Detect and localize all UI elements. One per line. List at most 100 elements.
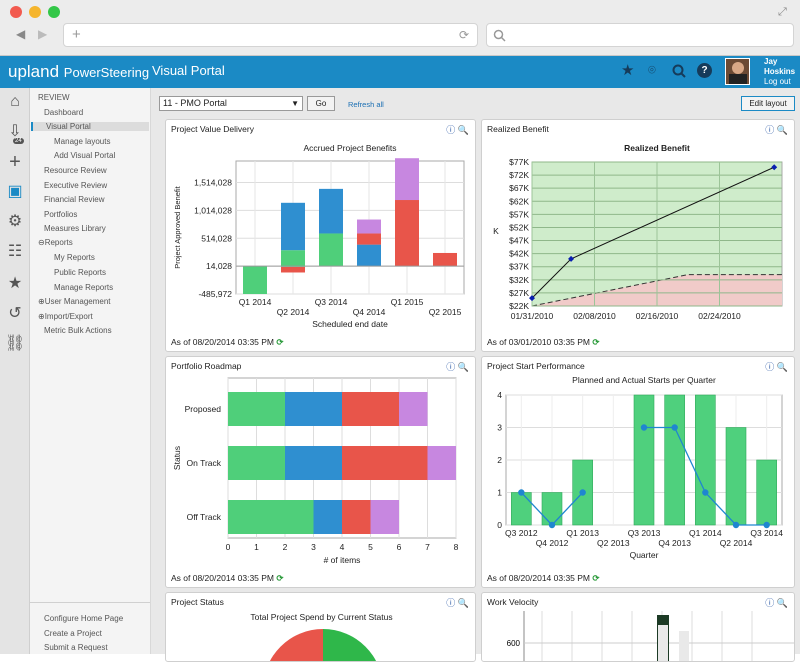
sidebar-item[interactable]: Measures Library	[44, 224, 106, 233]
x-tick-label: 02/16/2010	[636, 311, 679, 321]
sidebar-item[interactable]: ⊕Import/Export	[38, 312, 93, 321]
x-tick-label: Q3 2014	[315, 297, 348, 307]
info-icon[interactable]: ⓘ	[446, 362, 455, 372]
zoom-icon[interactable]: 🔍	[777, 125, 788, 135]
sidebar-item[interactable]: ⊕User Management	[38, 297, 111, 306]
y-axis-label: K	[493, 226, 499, 236]
chart-accrued-project-benefits: Accrued Project Benefits 1,514,028 1,014,0…	[173, 143, 465, 329]
fullscreen-icon[interactable]: ⤢	[778, 6, 787, 19]
y-tick-label: $37K	[509, 262, 529, 272]
panel-title: Project Start Performance	[487, 361, 585, 371]
planned-point	[579, 489, 586, 496]
sidebar-item-label: Resource Review	[44, 166, 107, 175]
info-icon[interactable]: ⓘ	[765, 125, 774, 135]
y-tick-label: $72K	[509, 170, 529, 180]
refresh-icon[interactable]: ⟳	[276, 573, 283, 583]
reload-icon[interactable]: ⟳	[459, 28, 469, 42]
sidebar-link-submit-request[interactable]: Submit a Request	[44, 643, 108, 652]
x-tick-label: 6	[397, 542, 402, 552]
refresh-icon[interactable]: ⟳	[276, 337, 283, 347]
location-pin-icon[interactable]: ⌾	[648, 62, 656, 78]
refresh-icon[interactable]: ⟳	[592, 337, 599, 347]
help-icon[interactable]: ?	[697, 63, 712, 78]
bar-segment	[342, 500, 371, 534]
panel-actions: ⓘ 🔍	[446, 123, 469, 136]
portal-main: 11 - PMO Portal ▼ Go Refresh all Edit la…	[151, 88, 800, 662]
sidebar-link-configure-home[interactable]: Configure Home Page	[44, 614, 123, 623]
sidebar-item-label: Portfolios	[44, 210, 78, 219]
sidebar-item-label: Metric Bulk Actions	[44, 326, 112, 335]
expand-icon[interactable]: ⊕	[38, 312, 45, 321]
close-window-button[interactable]	[10, 6, 22, 18]
sidebar-item[interactable]: Public Reports	[54, 268, 106, 277]
inbox-count-badge: 24	[13, 138, 24, 144]
user-name[interactable]: Jay Hoskins	[764, 57, 795, 77]
bar-segment	[228, 446, 285, 480]
y-tick-label: 2	[497, 455, 502, 465]
sidebar-item[interactable]: Manage layouts	[54, 137, 110, 146]
info-icon[interactable]: ⓘ	[765, 362, 774, 372]
x-tick-label: 8	[454, 542, 459, 552]
expand-icon[interactable]: ⊕	[38, 297, 45, 306]
y-tick-label: $42K	[509, 249, 529, 259]
sidebar-item[interactable]: ⊖Reports	[38, 238, 73, 247]
go-button[interactable]: Go	[307, 96, 335, 111]
x-tick-label: Q1 2015	[391, 297, 424, 307]
x-tick-label: Q1 2013	[566, 528, 599, 538]
gear-icon[interactable]: ⚙	[5, 212, 25, 232]
avatar[interactable]	[725, 58, 750, 85]
history-icon[interactable]: ↺	[5, 304, 25, 324]
sidebar-item[interactable]: Financial Review	[44, 195, 104, 204]
planned-point	[548, 521, 556, 529]
hierarchy-icon[interactable]: ☷	[5, 242, 25, 262]
refresh-all-link[interactable]: Refresh all	[348, 100, 384, 109]
x-tick-label: 4	[340, 542, 345, 552]
y-tick-label: $67K	[509, 183, 529, 193]
sidebar-item[interactable]: Portfolios	[44, 210, 77, 219]
info-icon[interactable]: ⓘ	[446, 125, 455, 135]
add-icon[interactable]: +	[5, 152, 25, 172]
new-tab-icon[interactable]: +	[72, 26, 81, 43]
sidebar-item[interactable]: Manage Reports	[54, 283, 113, 292]
sidebar-item[interactable]: Add Visual Portal	[54, 151, 115, 160]
maximize-window-button[interactable]	[48, 6, 60, 18]
star-icon[interactable]: ★	[5, 274, 25, 294]
sidebar-item[interactable]: Dashboard	[44, 108, 83, 117]
sidebar-item-label: Public Reports	[54, 268, 107, 277]
sidebar-link-create-project[interactable]: Create a Project	[44, 629, 102, 638]
sidebar-item[interactable]: Metric Bulk Actions	[44, 326, 112, 335]
pie-slice-green	[323, 629, 376, 661]
favorites-star-icon[interactable]: ★	[621, 61, 634, 79]
logout-link[interactable]: Log out	[764, 77, 791, 86]
back-icon[interactable]: ◀	[16, 27, 25, 41]
edit-layout-button[interactable]: Edit layout	[741, 96, 795, 111]
browser-search-input[interactable]	[486, 23, 794, 47]
zoom-icon[interactable]: 🔍	[458, 125, 469, 135]
portal-select[interactable]: 11 - PMO Portal ▼	[159, 96, 303, 111]
sidebar-item[interactable]: Executive Review	[44, 181, 107, 190]
refresh-icon[interactable]: ⟳	[592, 573, 599, 583]
zoom-icon[interactable]: 🔍	[458, 362, 469, 372]
y-tick-label: 514,028	[201, 233, 232, 243]
review-icon[interactable]: ▣	[5, 182, 25, 202]
sidebar-item[interactable]: My Reports	[54, 253, 95, 262]
x-axis-label: Scheduled end date	[312, 319, 388, 329]
browser-chrome: ◀ ▶ + ⟳ ⤢	[0, 0, 800, 56]
sidebar-item[interactable]: Resource Review	[44, 166, 107, 175]
x-axis-label: Quarter	[630, 550, 659, 560]
brand-logo[interactable]: upland PowerSteering	[8, 62, 149, 82]
x-tick-label: Q4 2013	[658, 538, 691, 548]
address-bar[interactable]: + ⟳	[63, 23, 478, 47]
header-search-icon[interactable]	[672, 64, 686, 78]
collapse-icon[interactable]: ⊖	[38, 238, 45, 247]
sidebar-item[interactable]: Visual Portal	[31, 122, 149, 131]
chart-work-velocity: 600	[507, 611, 794, 661]
link-icon[interactable]: ⛓	[5, 334, 25, 354]
x-tick-label: Q1 2014	[689, 528, 722, 538]
zoom-icon[interactable]: 🔍	[777, 362, 788, 372]
start-bar	[633, 394, 655, 526]
home-icon[interactable]: ⌂	[5, 92, 25, 112]
forward-icon[interactable]: ▶	[38, 27, 47, 41]
minimize-window-button[interactable]	[29, 6, 41, 18]
sidebar-item-label: Visual Portal	[46, 122, 91, 131]
